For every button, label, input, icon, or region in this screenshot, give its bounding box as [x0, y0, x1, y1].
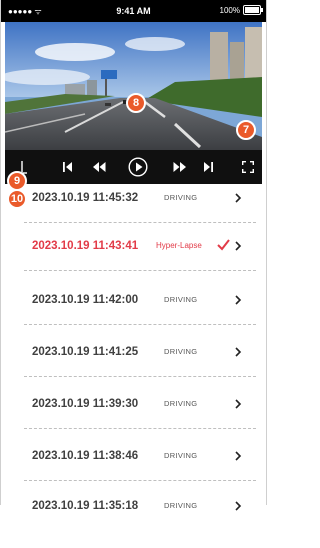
skip-forward-icon[interactable] — [199, 150, 217, 184]
chevron-right-icon — [235, 295, 242, 305]
battery-icon — [243, 5, 263, 15]
chevron-right-icon — [235, 241, 242, 251]
callout-badge-7: 7 — [236, 120, 256, 140]
recording-datetime: 2023.10.19 11:42:00 — [32, 294, 139, 306]
recording-datetime: 2023.10.19 11:43:41 — [32, 240, 139, 252]
play-icon — [128, 157, 148, 177]
recording-datetime: 2023.10.19 11:38:46 — [32, 450, 139, 462]
play-button[interactable] — [126, 150, 150, 184]
status-bar: ●●●●● ᯤ 9:41 AM 100% — [0, 0, 267, 22]
recording-row[interactable]: 2023.10.19 11:41:25 DRIVING — [20, 342, 260, 394]
recording-row[interactable]: 2023.10.19 11:39:30 DRIVING — [20, 394, 260, 446]
recording-mode: DRIVING — [164, 193, 198, 202]
checkmark-icon — [217, 239, 230, 251]
row-divider — [24, 222, 256, 223]
chevron-right-icon — [235, 451, 242, 461]
recording-mode: DRIVING — [164, 399, 198, 408]
chevron-right-icon — [235, 399, 242, 409]
fullscreen-icon[interactable] — [238, 150, 258, 184]
recording-row[interactable]: 2023.10.19 11:42:00 DRIVING — [20, 290, 260, 342]
battery-indicator: 100% — [219, 5, 263, 15]
recording-row[interactable]: 2023.10.19 11:35:18 DRIVING — [20, 496, 260, 548]
fast-forward-icon[interactable] — [169, 150, 189, 184]
row-divider — [24, 428, 256, 429]
recording-row[interactable]: 2023.10.19 11:45:32 DRIVING — [20, 188, 260, 240]
recording-datetime: 2023.10.19 11:35:18 — [32, 500, 139, 512]
row-divider — [24, 376, 256, 377]
recording-mode: Hyper-Lapse — [156, 241, 202, 250]
video-player[interactable] — [5, 22, 262, 150]
chevron-right-icon — [235, 193, 242, 203]
recording-mode: DRIVING — [164, 451, 198, 460]
recording-mode: DRIVING — [164, 295, 198, 304]
row-divider — [24, 324, 256, 325]
recording-row-selected[interactable]: 2023.10.19 11:43:41 Hyper-Lapse — [20, 236, 260, 288]
row-divider — [24, 270, 256, 271]
recording-datetime: 2023.10.19 11:45:32 — [32, 192, 139, 204]
recording-row[interactable]: 2023.10.19 11:38:46 DRIVING — [20, 446, 260, 498]
recording-datetime: 2023.10.19 11:41:25 — [32, 346, 139, 358]
recording-mode: DRIVING — [164, 347, 198, 356]
recording-mode: DRIVING — [164, 501, 198, 510]
playback-controls — [5, 150, 262, 184]
rewind-icon[interactable] — [89, 150, 109, 184]
callout-badge-8: 8 — [126, 93, 146, 113]
chevron-right-icon — [235, 347, 242, 357]
chevron-right-icon — [235, 501, 242, 511]
skip-back-icon[interactable] — [59, 150, 77, 184]
recording-datetime: 2023.10.19 11:39:30 — [32, 398, 139, 410]
row-divider — [24, 480, 256, 481]
dashcam-frame-image — [5, 22, 262, 150]
battery-percent: 100% — [219, 5, 240, 15]
